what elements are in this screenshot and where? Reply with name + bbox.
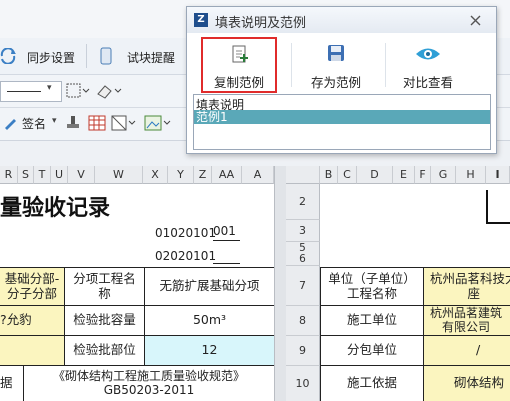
diagonal-icon [111,115,136,131]
list-item-label: 范例1 [196,110,228,124]
save-example-button[interactable]: 存为范例 [298,37,374,93]
column-header[interactable]: S [18,166,34,184]
app-logo-icon: Z [194,13,208,27]
dialog-divider [385,43,386,87]
code2-label: 02020101 [155,249,217,263]
copy-document-icon [232,45,248,63]
column-header[interactable]: F [415,166,431,184]
column-header[interactable]: W [95,166,143,184]
column-header[interactable]: R [0,166,18,184]
sync-icon [0,48,16,64]
sign-label: 签名 [22,117,47,131]
column-header[interactable]: A [242,166,274,184]
save-example-label: 存为范例 [310,75,361,90]
construction-label-cell[interactable]: 施工单位 [320,306,424,336]
copy-example-label: 复制范例 [213,75,264,90]
batch-capacity-label-cell[interactable]: 检验批容量 [65,306,145,336]
empty-yellow-cell[interactable] [0,336,65,366]
eraser-icon [97,85,122,99]
unit-value-cell[interactable]: 杭州品茗科技大 座 [424,268,510,306]
row-header[interactable]: 2 [286,184,320,220]
batch-part-value-cell[interactable]: 12 [145,336,274,366]
stamp-icon [67,116,79,128]
row-header[interactable]: 5 6 [286,242,320,266]
column-header[interactable]: T [34,166,51,184]
column-header[interactable]: X [143,166,168,184]
block-hint-label: 试块提醒 [127,51,176,65]
image-icon [144,115,171,131]
dialog-divider [291,43,292,87]
row-header[interactable]: 9 [286,336,320,366]
image-button[interactable] [144,115,172,134]
block-hint-icon [100,47,112,65]
column-header[interactable]: V [68,166,95,184]
basis-label-cell[interactable]: 据 [0,366,24,401]
toolbar-divider [86,44,87,68]
column-header[interactable]: AA [212,166,242,184]
column-header[interactable]: C [338,166,357,184]
column-header[interactable]: H [456,166,486,184]
example-dialog: Z 填表说明及范例 复制范例 存为范例 对比查看 填表说明 范例1 [186,6,497,154]
row-header[interactable]: 3 [286,220,320,242]
diagonal-border-button[interactable] [111,115,137,134]
unit-label-cell[interactable]: 单位（子单位） 工程名称 [320,268,424,306]
column-header[interactable]: I [486,166,510,184]
table-button[interactable] [88,115,106,134]
chevron-down-icon: ▾ [52,116,57,126]
basis-value-cell-right[interactable]: 砌体结构 [424,366,510,401]
code1-input[interactable]: 001 [213,224,240,241]
column-header[interactable]: D [357,166,393,184]
copy-example-button[interactable]: 复制范例 [201,37,277,93]
sync-settings-label: 同步设置 [27,51,76,65]
title-box-corner [486,190,510,224]
border-icon [66,83,90,98]
column-header[interactable]: Y [168,166,194,184]
sub-item-label-cell[interactable]: 分项工程名 称 [65,268,145,306]
corner-header[interactable] [286,166,320,184]
allow-label-cell[interactable]: ?允豹 [0,306,65,336]
pen-icon [5,119,16,130]
example-list[interactable]: 填表说明 范例1 [193,94,491,150]
close-icon[interactable] [470,15,481,26]
row-header[interactable]: 8 [286,306,320,336]
column-header[interactable]: B [320,166,338,184]
basis-label-cell-right[interactable]: 施工依据 [320,366,424,401]
sub-item-value-cell[interactable]: 无筋扩展基础分项 [145,268,274,306]
construction-value-cell[interactable]: 杭州品茗建筑 有限公司 [424,306,510,336]
row-header[interactable]: 10 [286,366,320,401]
chevron-down-icon: ▾ [47,83,52,93]
subcontract-value-cell[interactable]: / [424,336,510,366]
basis-value-cell[interactable]: 《砌体结构工程施工质量验收规范》 GB50203-2011 [24,366,274,401]
column-header[interactable]: U [51,166,68,184]
dialog-titlebar[interactable]: Z 填表说明及范例 [187,7,496,33]
eraser-button[interactable] [96,82,122,103]
batch-capacity-value-cell[interactable]: 50m³ [145,306,274,336]
border-button[interactable] [66,83,90,102]
subcontract-label-cell[interactable]: 分包单位 [320,336,424,366]
row-header[interactable]: 7 [286,266,320,306]
subdivision-label-cell[interactable]: 基础分部- 分子分部 [0,268,65,306]
line-sample [7,91,41,92]
save-disk-icon [328,45,344,61]
code2-input[interactable] [213,247,240,264]
line-style-select[interactable]: ▾ [0,81,62,102]
code1-label: 01020101 [155,226,217,240]
list-item-selected[interactable]: 范例1 [194,110,490,124]
form-title: 量验收记录 [0,195,111,221]
batch-part-label-cell[interactable]: 检验批部位 [65,336,145,366]
compare-view-label: 对比查看 [402,75,453,90]
dialog-title: 填表说明及范例 [215,16,307,31]
spreadsheet-area: R S T U V W X Y Z AA A 量验收记录 01020101 00… [0,166,510,401]
eye-icon [416,48,440,60]
table-icon [88,115,106,131]
column-header[interactable]: G [431,166,456,184]
column-header[interactable]: Z [194,166,212,184]
column-header[interactable]: E [393,166,415,184]
compare-view-button[interactable]: 对比查看 [390,37,466,93]
stamp-button[interactable] [66,115,80,134]
